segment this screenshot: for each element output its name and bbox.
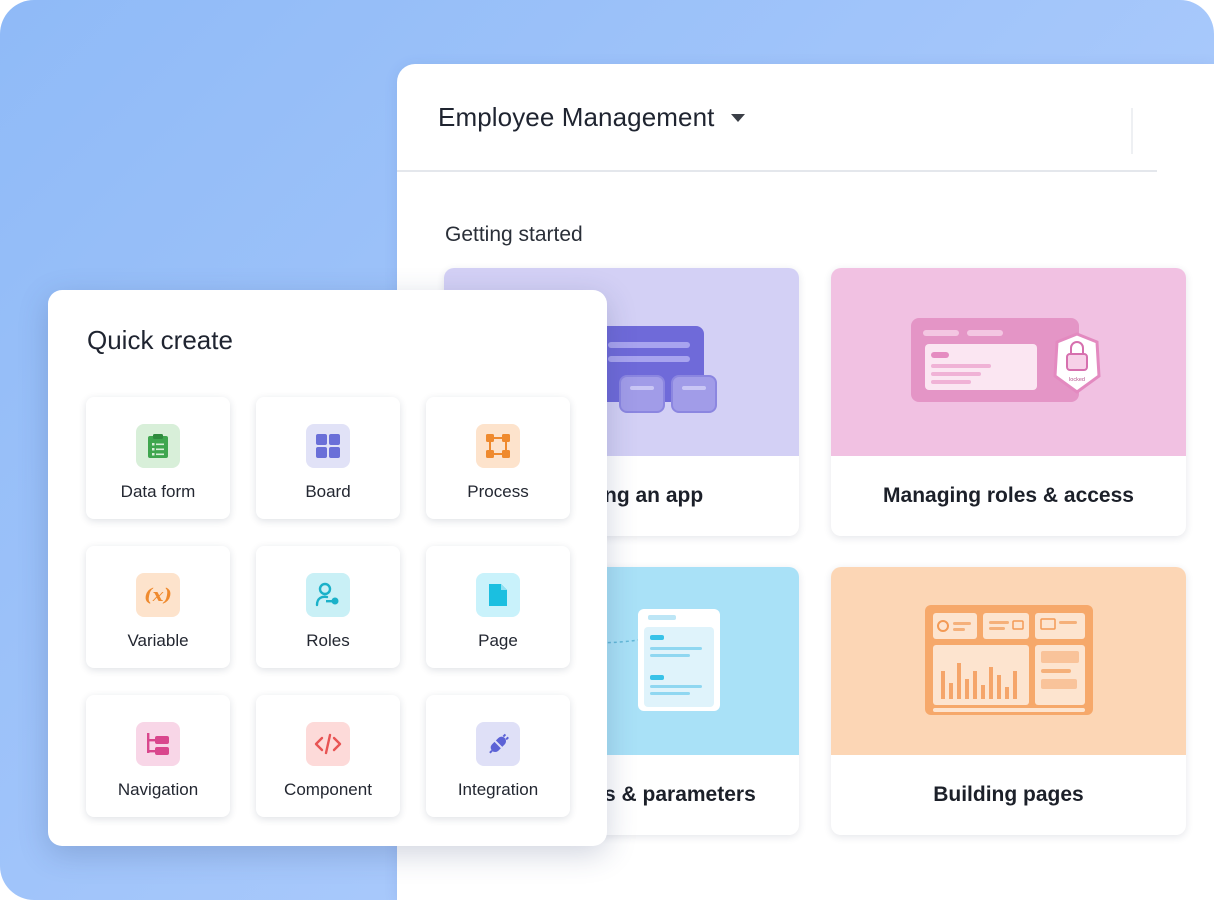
quick-create-data-form[interactable]: Data form — [86, 397, 230, 519]
quick-create-title: Quick create — [87, 325, 233, 355]
quick-create-process[interactable]: Process — [426, 397, 570, 519]
page-icon — [476, 573, 520, 617]
app-switcher[interactable]: Employee Management — [438, 102, 745, 133]
card-building-pages-illustration — [831, 567, 1186, 755]
quick-create-component[interactable]: Component — [256, 695, 400, 817]
svg-text:(x): (x) — [144, 585, 172, 606]
process-flow-icon — [476, 424, 520, 468]
card-building-pages[interactable]: Building pages — [831, 567, 1186, 835]
app-header: Employee Management — [397, 64, 1157, 172]
navigation-tree-icon — [136, 722, 180, 766]
quick-create-navigation[interactable]: Navigation — [86, 695, 230, 817]
code-icon — [306, 722, 350, 766]
card-managing-roles-label: Managing roles & access — [883, 484, 1134, 507]
quick-create-variable[interactable]: (x) Variable — [86, 546, 230, 668]
user-key-icon — [306, 573, 350, 617]
quick-create-board[interactable]: Board — [256, 397, 400, 519]
quick-create-component-label: Component — [284, 780, 372, 799]
quick-create-integration-label: Integration — [457, 780, 539, 799]
clipboard-list-icon — [136, 424, 180, 468]
quick-create-panel: Quick create Data form Board Process (x)… — [48, 290, 607, 846]
card-building-pages-label: Building pages — [933, 783, 1084, 806]
quick-create-data-form-label: Data form — [120, 482, 196, 501]
lock-badge-text: locked — [1069, 377, 1085, 383]
quick-create-process-label: Process — [467, 482, 529, 501]
quick-create-page[interactable]: Page — [426, 546, 570, 668]
quick-create-roles-label: Roles — [306, 631, 350, 650]
quick-create-board-label: Board — [305, 482, 351, 501]
quick-create-variable-label: Variable — [127, 631, 189, 650]
getting-started-heading: Getting started — [445, 223, 583, 246]
variable-icon: (x) — [136, 573, 180, 617]
app-title: Employee Management — [438, 101, 715, 132]
quick-create-navigation-label: Navigation — [117, 780, 199, 799]
plug-icon — [476, 722, 520, 766]
quick-create-integration[interactable]: Integration — [426, 695, 570, 817]
grid-icon — [306, 424, 350, 468]
header-divider — [1131, 108, 1133, 154]
card-managing-roles[interactable]: locked Managing roles & access — [831, 268, 1186, 536]
caret-down-icon — [730, 114, 745, 122]
quick-create-roles[interactable]: Roles — [256, 546, 400, 668]
card-managing-roles-illustration: locked — [831, 268, 1186, 456]
quick-create-page-label: Page — [478, 631, 518, 650]
